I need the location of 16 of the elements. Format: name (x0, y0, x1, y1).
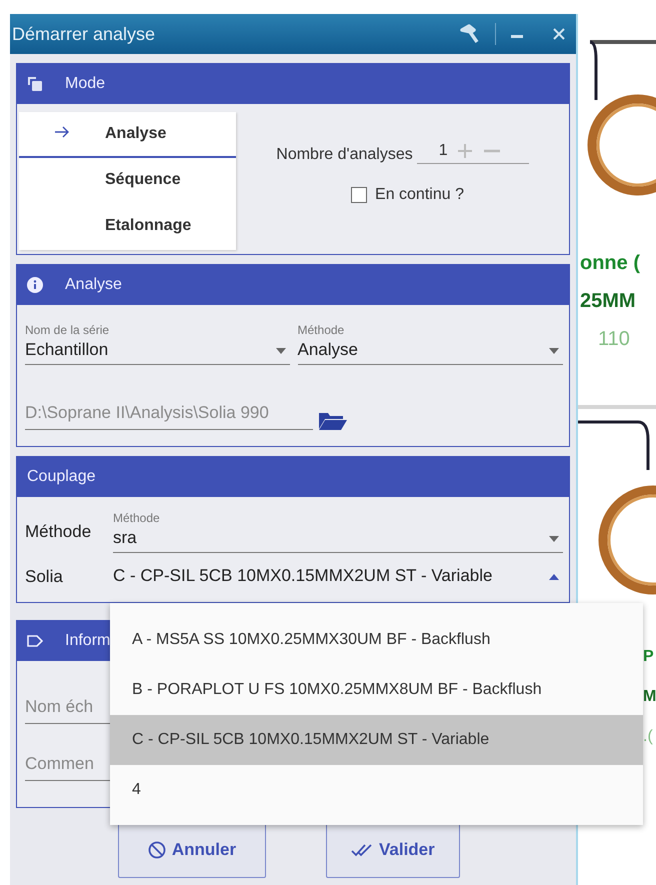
count-value: 1 (438, 142, 448, 160)
count-label: Nombre d'analyses (276, 146, 413, 164)
section-title: Couplage (27, 468, 96, 486)
background-text: M (643, 688, 656, 706)
background-text: .( (643, 728, 653, 746)
section-title: Analyse (65, 276, 122, 294)
background-text: 110 (598, 328, 630, 351)
background-text: onne ( (580, 252, 640, 275)
background-text: 25MM (580, 290, 636, 313)
section-title: Inform (65, 632, 110, 650)
method-label: Méthode (25, 522, 92, 542)
background-text: P (643, 648, 654, 666)
window-title: Démarrer analyse (11, 24, 156, 44)
checkbox-label: En continu ? (375, 186, 464, 204)
section-title: Mode (65, 75, 106, 93)
solia-label: Solia (25, 566, 64, 586)
